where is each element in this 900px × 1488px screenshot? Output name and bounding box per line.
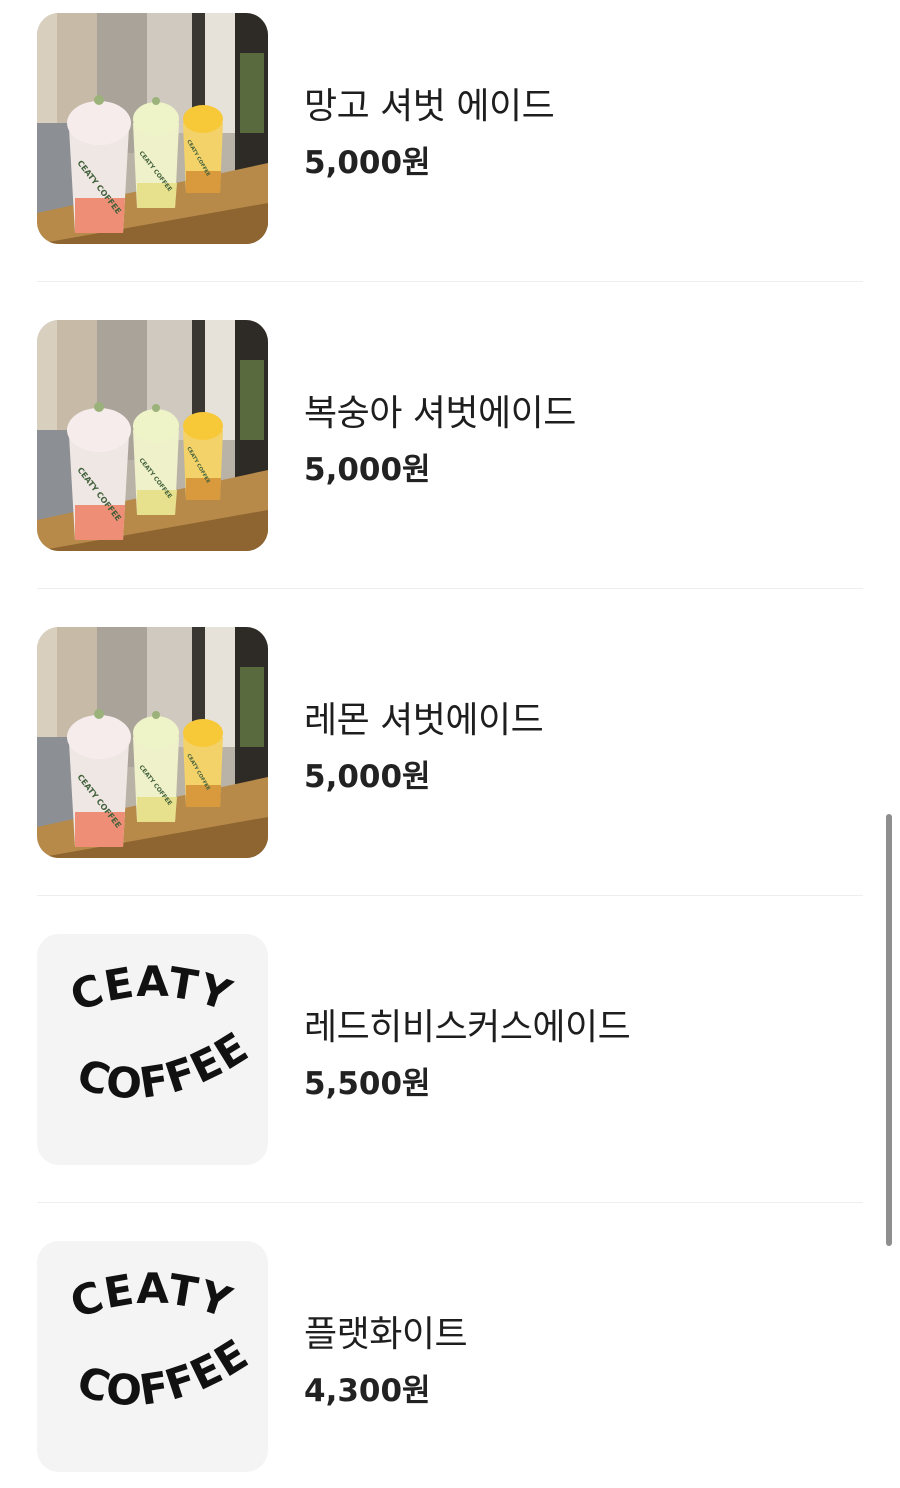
item-name: 레몬 셔벗에이드 [304,700,544,741]
menu-item-peach-sherbet-ade[interactable]: CEATY COFFEE CEATY COFFEE CEATY COFFEE 복… [37,320,863,551]
item-name: 레드히비스커스에이드 [304,1007,631,1048]
divider [37,281,863,282]
menu-list: CEATY COFFEE CEATY COFFEE CEATY COFFEE 망… [0,0,900,1488]
divider [37,1202,863,1203]
ceaty-coffee-logo: CEATY COFFEE [64,957,257,1109]
divider [37,895,863,896]
item-price: 5,000원 [304,759,431,795]
scrollbar[interactable] [886,814,892,1246]
item-name: 망고 셔벗 에이드 [304,86,555,127]
item-price: 5,000원 [304,452,431,488]
menu-item-flat-white[interactable]: CEATY COFFEE 플랫화이트 4,300원 [37,1241,863,1472]
item-name: 복숭아 셔벗에이드 [304,393,576,434]
item-price: 5,000원 [304,145,431,181]
menu-item-mango-sherbet-ade[interactable]: CEATY COFFEE CEATY COFFEE CEATY COFFEE 망… [37,13,863,244]
sherbet-ade-photo: CEATY COFFEE CEATY COFFEE CEATY COFFEE [37,627,268,858]
product-image: CEATY COFFEE CEATY COFFEE CEATY COFFEE [37,13,268,244]
svg-text:CEATY: CEATY [64,1264,238,1328]
svg-text:COFFEE: COFFEE [72,1022,257,1108]
item-name: 플랫화이트 [304,1314,468,1355]
divider [37,588,863,589]
ceaty-coffee-logo: CEATY COFFEE [64,1264,257,1416]
product-image: CEATY COFFEE CEATY COFFEE CEATY COFFEE [37,320,268,551]
svg-text:CEATY: CEATY [64,957,238,1021]
item-price: 5,500원 [304,1066,431,1102]
sherbet-ade-photo: CEATY COFFEE CEATY COFFEE CEATY COFFEE [37,320,268,551]
product-image: CEATY COFFEE [37,1241,268,1472]
product-image: CEATY COFFEE CEATY COFFEE CEATY COFFEE [37,627,268,858]
item-price: 4,300원 [304,1373,431,1409]
svg-text:COFFEE: COFFEE [72,1329,257,1415]
sherbet-ade-photo: CEATY COFFEE CEATY COFFEE CEATY COFFEE [37,13,268,244]
menu-item-red-hibiscus-ade[interactable]: CEATY COFFEE 레드히비스커스에이드 5,500원 [37,934,863,1165]
product-image: CEATY COFFEE [37,934,268,1165]
menu-item-lemon-sherbet-ade[interactable]: CEATY COFFEE CEATY COFFEE CEATY COFFEE 레… [37,627,863,858]
